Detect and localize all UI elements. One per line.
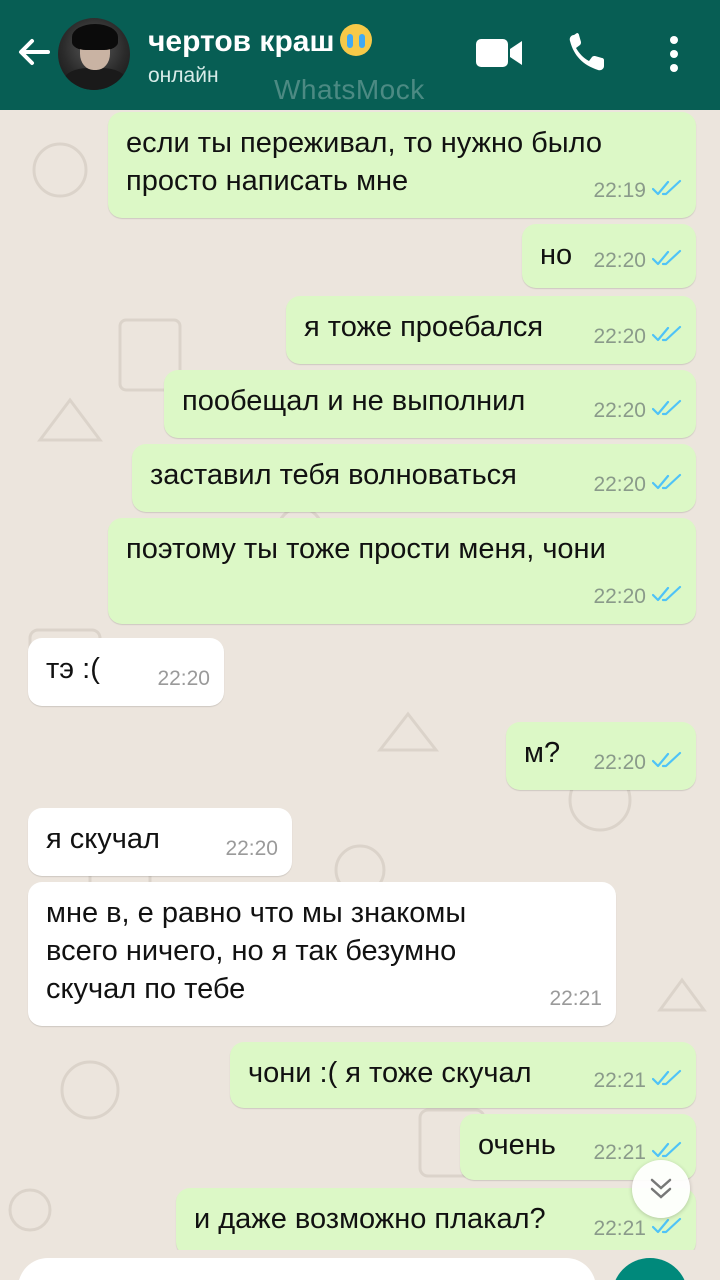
watermark: WhatsMock — [274, 74, 425, 105]
message-meta: 22:21 — [549, 980, 602, 1018]
message-time: 22:20 — [157, 667, 210, 690]
message-bubble[interactable]: я скучал 22:20 — [28, 808, 292, 876]
message-time: 22:20 — [225, 837, 278, 860]
message-text: поэтому ты тоже прости меня, чони — [126, 533, 606, 565]
read-ticks-icon — [651, 1062, 682, 1100]
message-meta: 22:20 — [593, 242, 682, 280]
message-time: 22:20 — [593, 751, 646, 774]
back-arrow-icon[interactable] — [12, 30, 56, 74]
crying-emoji-icon — [340, 24, 373, 56]
read-ticks-icon — [651, 242, 682, 280]
scroll-down-button[interactable] — [632, 1160, 690, 1218]
message-bubble[interactable]: если ты переживал, то нужно было просто … — [108, 112, 696, 218]
chat-header: чертов краш онлайн WhatsMock — [0, 0, 720, 110]
message-meta: 22:20 — [593, 466, 682, 504]
chat-area[interactable]: если ты переживал, то нужно было просто … — [0, 110, 720, 1250]
message-bubble[interactable]: и даже возможно плакал? 22:21 — [176, 1188, 696, 1250]
message-meta: 22:20 — [593, 744, 682, 782]
message-meta: 22:20 — [593, 578, 682, 616]
message-time: 22:20 — [593, 585, 646, 608]
video-call-icon[interactable] — [474, 36, 524, 70]
message-bubble[interactable]: м? 22:20 — [506, 722, 696, 790]
message-meta: 22:20 — [225, 830, 278, 868]
message-time: 22:19 — [593, 179, 646, 202]
message-time: 22:21 — [549, 987, 602, 1010]
message-time: 22:20 — [593, 473, 646, 496]
message-time: 22:20 — [593, 399, 646, 422]
more-vert-icon[interactable] — [664, 32, 684, 76]
read-ticks-icon — [651, 172, 682, 210]
message-input[interactable] — [18, 1258, 596, 1280]
message-bubble[interactable]: тэ :(22:20 — [28, 638, 224, 706]
message-time: 22:21 — [593, 1141, 646, 1164]
message-meta: 22:20 — [593, 318, 682, 356]
contact-status: онлайн — [148, 64, 219, 87]
read-ticks-icon — [651, 744, 682, 782]
message-text: мне в, е равно что мы знакомы всего ниче… — [46, 897, 467, 1005]
message-bubble[interactable]: заставил тебя волноваться 22:20 — [132, 444, 696, 512]
message-bubble[interactable]: мне в, е равно что мы знакомы всего ниче… — [28, 882, 616, 1026]
read-ticks-icon — [651, 392, 682, 430]
read-ticks-icon — [651, 466, 682, 504]
message-bubble[interactable]: пообещал и не выполнил 22:20 — [164, 370, 696, 438]
message-bubble[interactable]: но 22:20 — [522, 224, 696, 288]
message-meta: 22:20 — [157, 660, 210, 698]
contact-name[interactable]: чертов краш — [148, 24, 373, 59]
message-time: 22:21 — [593, 1217, 646, 1240]
message-meta: 22:20 — [593, 392, 682, 430]
voice-call-icon[interactable] — [566, 32, 606, 74]
input-bar — [0, 1250, 720, 1280]
double-chevron-down-icon — [650, 1178, 672, 1199]
message-time: 22:20 — [593, 249, 646, 272]
read-ticks-icon — [651, 318, 682, 356]
message-bubble[interactable]: я тоже проебался 22:20 — [286, 296, 696, 364]
mic-button[interactable] — [612, 1258, 688, 1280]
message-time: 22:20 — [593, 325, 646, 348]
contact-avatar[interactable] — [58, 18, 130, 90]
message-bubble[interactable]: поэтому ты тоже прости меня, чони 22:20 — [108, 518, 696, 624]
read-ticks-icon — [651, 578, 682, 616]
message-meta: 22:21 — [593, 1062, 682, 1100]
message-time: 22:21 — [593, 1069, 646, 1092]
message-bubble[interactable]: чони :( я тоже скучал 22:21 — [230, 1042, 696, 1108]
message-meta: 22:19 — [593, 172, 682, 210]
